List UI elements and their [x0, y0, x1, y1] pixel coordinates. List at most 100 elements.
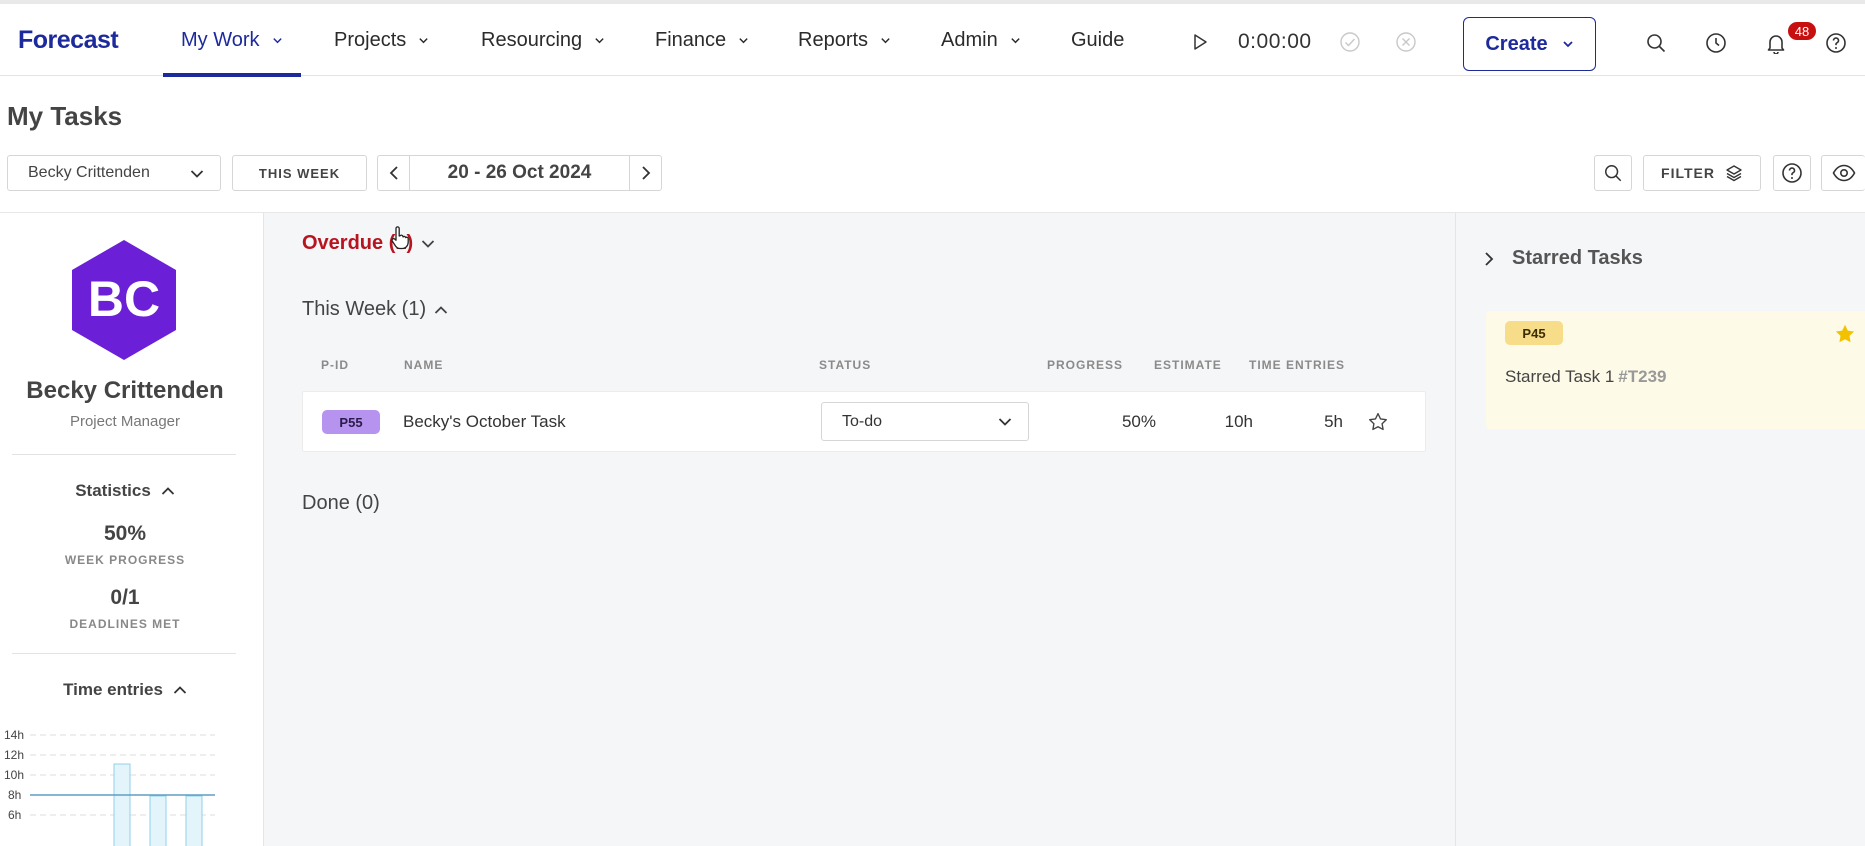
profile-role: Project Manager [69, 413, 181, 430]
nav-finance[interactable]: Finance [655, 4, 749, 76]
project-id-badge[interactable]: P55 [322, 410, 380, 434]
status-value: To-do [842, 412, 883, 430]
starred-title: Starred Tasks [1512, 247, 1643, 269]
person-select-value: Becky Crittenden [28, 164, 150, 181]
person-select[interactable]: Becky Crittenden [7, 155, 221, 191]
done-group-toggle[interactable]: Done (0) [302, 492, 380, 515]
nav-my-work[interactable]: My Work [163, 4, 300, 77]
chevron-down-icon [272, 37, 282, 43]
time-entries-toggle[interactable]: Time entries [0, 680, 250, 700]
task-search-button[interactable] [1594, 155, 1632, 191]
create-label: Create [1485, 32, 1548, 55]
help-icon[interactable] [1825, 32, 1847, 54]
chevron-down-icon [998, 418, 1012, 426]
clock-icon[interactable] [1705, 32, 1727, 54]
column-header-progress[interactable]: PROGRESS [1047, 358, 1123, 372]
time-entries-chart: 14h 12h 10h 8h 6h [4, 728, 215, 846]
project-id-badge: P45 [1505, 321, 1563, 345]
nav-label: Resourcing [481, 28, 583, 51]
nav-label: My Work [181, 28, 260, 51]
notification-badge: 48 [1787, 21, 1817, 41]
check-circle-icon[interactable] [1339, 31, 1361, 53]
filter-button[interactable]: FILTER [1643, 155, 1761, 191]
done-group-label: Done (0) [302, 492, 380, 514]
this-week-group-toggle[interactable]: This Week (1) [302, 298, 448, 321]
task-estimate[interactable]: 10h [1201, 412, 1253, 432]
chevron-up-icon [434, 305, 448, 314]
chevron-left-icon [389, 166, 398, 180]
star-filled-icon[interactable] [1834, 323, 1856, 345]
top-nav: Forecast My Work Projects Resourcing Fin… [0, 0, 1865, 77]
starred-task-card[interactable]: P45 Starred Task 1 #T239 [1486, 311, 1865, 429]
nav-label: Projects [334, 28, 407, 51]
nav-label: Reports [798, 28, 869, 51]
column-header-time-entries[interactable]: TIME ENTRIES [1249, 358, 1345, 372]
starred-toggle[interactable]: Starred Tasks [1484, 247, 1643, 270]
divider [12, 653, 236, 654]
column-header-estimate[interactable]: ESTIMATE [1154, 358, 1222, 372]
body-area: BC Becky Crittenden Project Manager Stat… [0, 212, 1865, 846]
this-week-group-label: This Week (1) [302, 298, 427, 320]
y-tick-label: 10h [4, 768, 24, 782]
help-icon [1782, 163, 1802, 183]
task-time-entries[interactable]: 5h [1293, 412, 1343, 432]
chevron-up-icon [173, 686, 187, 694]
nav-label: Admin [941, 28, 998, 51]
starred-task-title: Starred Task 1 [1505, 367, 1615, 386]
divider [12, 454, 236, 455]
nav-resourcing[interactable]: Resourcing [481, 4, 605, 76]
filter-label: FILTER [1661, 165, 1715, 181]
date-range: 20 - 26 Oct 2024 [447, 162, 592, 183]
overdue-group-toggle[interactable]: Overdue (1) [302, 232, 435, 255]
nav-guide[interactable]: Guide [1071, 4, 1124, 76]
nav-projects[interactable]: Projects [334, 4, 429, 76]
table-row[interactable]: P55 Becky's October Task To-do 50% 10h 5… [302, 391, 1426, 452]
y-tick-label: 12h [4, 748, 24, 762]
nav-reports[interactable]: Reports [798, 4, 891, 76]
prev-week-button[interactable] [378, 156, 410, 190]
week-progress-value: 50% [103, 522, 147, 545]
search-icon[interactable] [1645, 32, 1667, 54]
profile-sidebar: BC Becky Crittenden Project Manager Stat… [0, 213, 264, 846]
chevron-right-icon [1485, 251, 1494, 266]
create-button[interactable]: Create [1463, 17, 1596, 71]
chevron-down-icon [1562, 41, 1573, 48]
avatar-initials: BC [88, 271, 160, 327]
task-progress: 50% [1121, 412, 1156, 431]
cancel-circle-icon[interactable] [1395, 31, 1417, 53]
page-title: My Tasks [7, 101, 123, 131]
status-select[interactable]: To-do [821, 402, 1029, 441]
nav-label: Finance [655, 28, 727, 51]
week-progress-label: WEEK PROGRESS [64, 553, 186, 567]
avatar: BC [72, 240, 176, 360]
starred-task-name: Starred Task 1 #T239 [1505, 367, 1667, 387]
column-header-pid[interactable]: P-ID [321, 358, 349, 372]
visibility-button[interactable] [1821, 155, 1865, 191]
column-header-status[interactable]: STATUS [819, 358, 871, 372]
chevron-down-icon [881, 37, 890, 43]
search-icon [1605, 165, 1622, 182]
task-name[interactable]: Becky's October Task [403, 412, 566, 432]
statistics-toggle[interactable]: Statistics [0, 481, 250, 501]
next-week-button[interactable] [629, 156, 661, 190]
app-logo[interactable]: Forecast [18, 26, 119, 55]
this-week-button[interactable]: THIS WEEK [232, 155, 367, 191]
hand-cursor-icon [391, 226, 409, 250]
layers-icon [1726, 165, 1742, 182]
column-header-name[interactable]: NAME [404, 358, 443, 372]
star-outline-icon[interactable] [1368, 412, 1388, 432]
play-icon[interactable] [1190, 32, 1210, 52]
chart-bar [185, 795, 203, 846]
chevron-right-icon [641, 166, 650, 180]
bell-icon[interactable] [1765, 32, 1787, 54]
chevron-down-icon [190, 170, 204, 178]
nav-admin[interactable]: Admin [941, 4, 1021, 76]
starred-panel: Starred Tasks P45 Starred Task 1 #T239 [1455, 213, 1865, 846]
page-help-button[interactable] [1773, 155, 1811, 191]
date-navigator: 20 - 26 Oct 2024 [377, 155, 662, 191]
y-tick-label: 6h [8, 808, 21, 822]
y-tick-label: 14h [4, 728, 24, 742]
statistics-title: Statistics [75, 481, 151, 500]
eye-icon [1832, 164, 1855, 182]
chevron-down-icon [595, 37, 604, 43]
